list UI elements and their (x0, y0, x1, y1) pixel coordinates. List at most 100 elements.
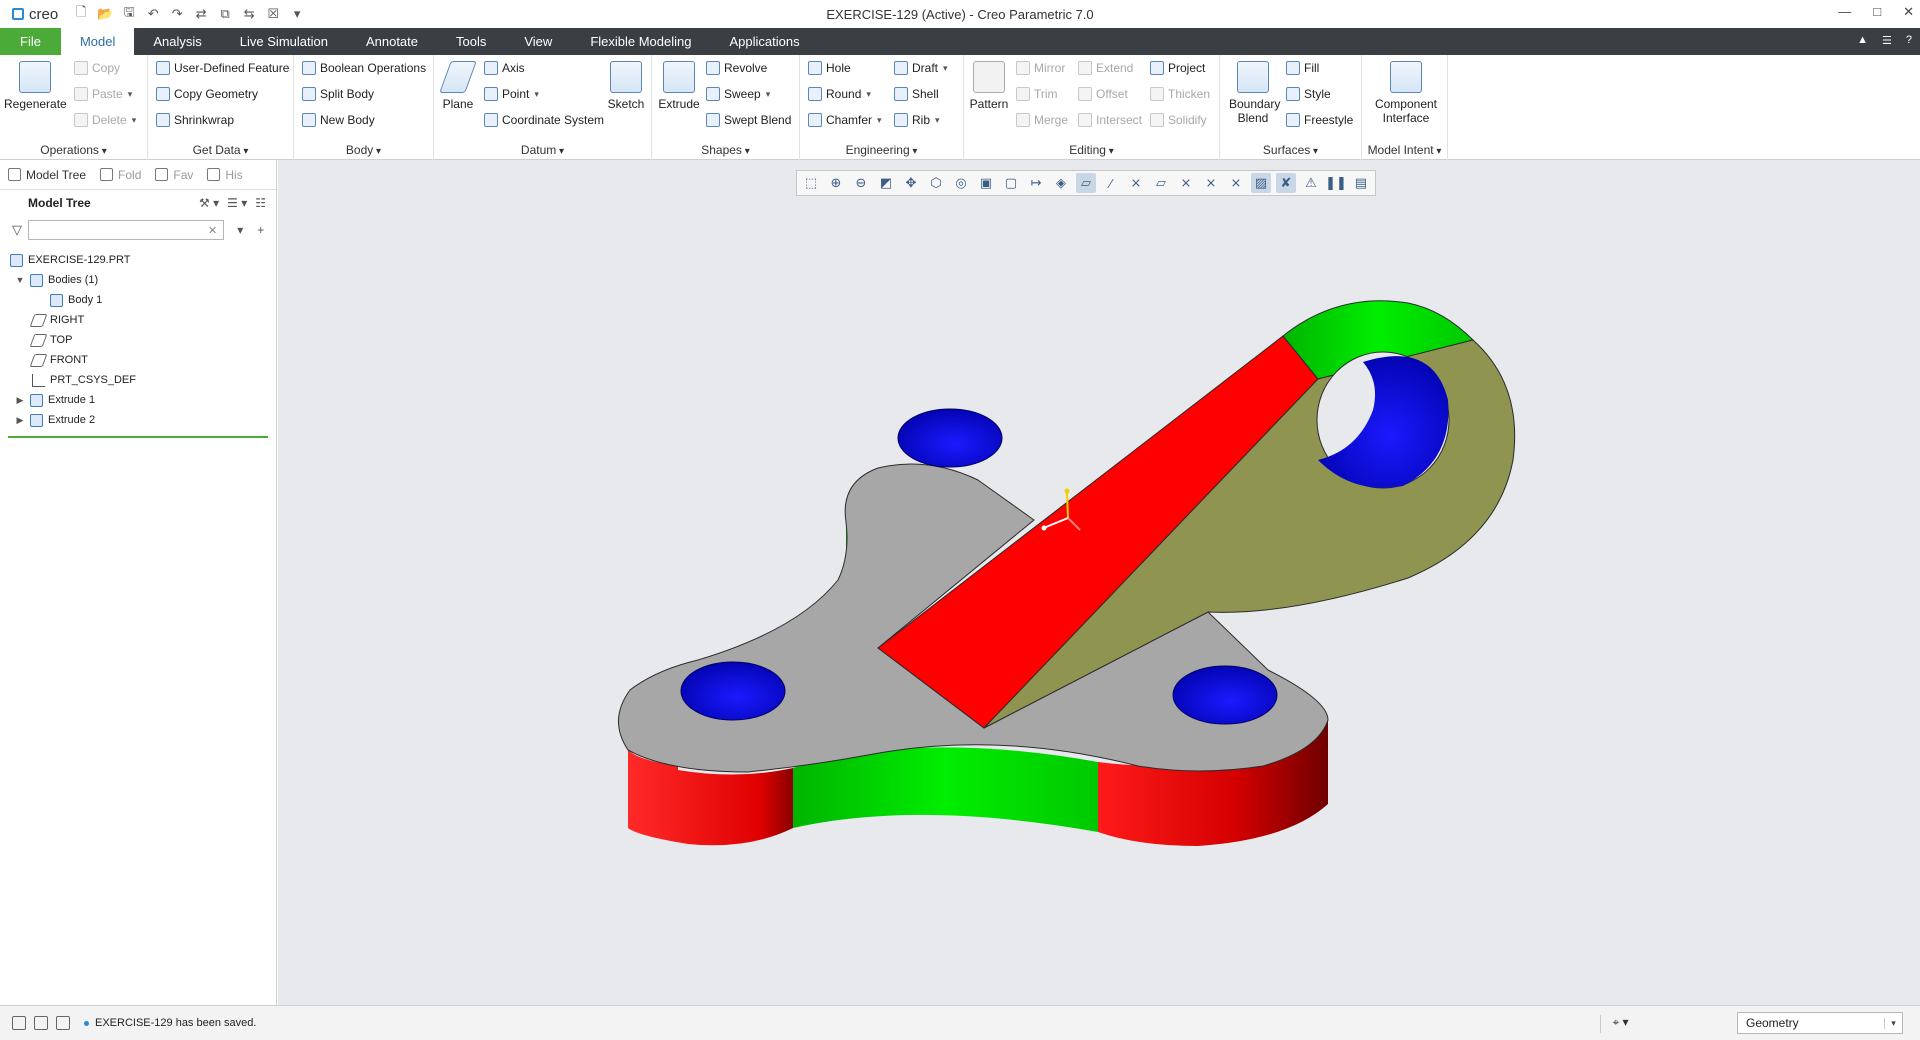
toggle-browser-icon[interactable] (34, 1016, 48, 1030)
switch-icon[interactable]: ⇆ (240, 6, 258, 22)
clear-search-icon[interactable]: ✕ (208, 224, 217, 237)
tab-file[interactable]: File (0, 28, 61, 55)
boundary-blend-button[interactable]: Boundary Blend (1222, 59, 1284, 125)
help-icon[interactable]: ? (1906, 34, 1912, 47)
component-interface-button[interactable]: Component Interface (1368, 59, 1444, 125)
tree-node-extrude-1[interactable]: ▶ Extrude 1 (0, 390, 276, 410)
group-label-shapes[interactable]: Shapes (652, 143, 799, 157)
shell-button[interactable]: Shell (894, 87, 939, 101)
add-filter-icon[interactable]: + (257, 223, 264, 237)
tree-node-right[interactable]: RIGHT (0, 310, 276, 330)
fill-button[interactable]: Fill (1286, 61, 1319, 75)
tree-node-front[interactable]: FRONT (0, 350, 276, 370)
group-label-operations[interactable]: Operations (0, 143, 147, 157)
tab-live-simulation[interactable]: Live Simulation (221, 28, 347, 55)
revolve-button[interactable]: Revolve (706, 61, 767, 75)
selection-filter-dropdown[interactable]: Geometry ▾ (1737, 1012, 1903, 1034)
new-body-button[interactable]: New Body (302, 113, 375, 127)
axis-button[interactable]: Axis (484, 61, 525, 75)
paste-button[interactable]: Paste ▾ (74, 87, 132, 101)
regenerate-icon[interactable]: ⇄ (192, 6, 210, 22)
sketch-button[interactable]: Sketch (604, 59, 648, 111)
tree-node-body-1[interactable]: Body 1 (0, 290, 276, 310)
freestyle-button[interactable]: Freestyle (1286, 113, 1353, 127)
3d-model-view[interactable] (278, 160, 1920, 1005)
expand-arrow-icon[interactable]: ▼ (14, 275, 26, 285)
expand-arrow-icon[interactable]: ▶ (14, 395, 26, 406)
split-body-button[interactable]: Split Body (302, 87, 374, 101)
expand-arrow-icon[interactable]: ▶ (14, 415, 26, 426)
tree-search-input[interactable] (28, 220, 224, 240)
tab-favorites[interactable]: Fav (155, 168, 193, 182)
group-label-model-intent[interactable]: Model Intent (1362, 143, 1447, 157)
copy-button[interactable]: Copy (74, 61, 120, 75)
group-label-body[interactable]: Body (294, 143, 433, 157)
regenerate-button[interactable]: Regenerate (4, 59, 67, 111)
shrinkwrap-button[interactable]: Shrinkwrap (156, 113, 234, 127)
group-label-datum[interactable]: Datum (434, 143, 651, 157)
windows-icon[interactable]: ⧉ (216, 6, 234, 22)
extend-button[interactable]: Extend (1078, 61, 1133, 75)
rib-button[interactable]: Rib ▾ (894, 113, 940, 127)
hole-button[interactable]: Hole (808, 61, 851, 75)
udf-button[interactable]: User-Defined Feature (156, 61, 289, 75)
point-button[interactable]: Point ▾ (484, 87, 539, 101)
redo-icon[interactable]: ↷ (168, 6, 186, 22)
extrude-button[interactable]: Extrude (656, 59, 702, 111)
trim-button[interactable]: Trim (1016, 87, 1058, 101)
toggle-navigator-icon[interactable] (12, 1016, 26, 1030)
group-label-engineering[interactable]: Engineering (800, 143, 963, 157)
group-label-editing[interactable]: Editing (964, 143, 1219, 157)
full-screen-icon[interactable] (56, 1016, 70, 1030)
graphics-window[interactable]: ⬚ ⊕ ⊖ ◩ ✥ ⬡ ◎ ▣ ▢ ↦ ◈ ▱ ∕ ⨯ ▱ ⨯ ⨯ ⨯ ▨ ✘ … (278, 160, 1920, 1005)
tab-analysis[interactable]: Analysis (134, 28, 220, 55)
offset-button[interactable]: Offset (1078, 87, 1128, 101)
tab-annotate[interactable]: Annotate (347, 28, 437, 55)
coordinate-system-button[interactable]: Coordinate System (484, 113, 604, 127)
filter-dropdown-icon[interactable]: ▾ (237, 223, 243, 237)
boolean-operations-button[interactable]: Boolean Operations (302, 61, 426, 75)
tab-history[interactable]: His (207, 168, 243, 182)
swept-blend-button[interactable]: Swept Blend (706, 113, 791, 127)
command-search-icon[interactable]: ☰ (1882, 34, 1892, 47)
tree-node-top[interactable]: TOP (0, 330, 276, 350)
group-label-surfaces[interactable]: Surfaces (1220, 143, 1361, 157)
maximize-button[interactable]: □ (1873, 4, 1881, 20)
style-button[interactable]: Style (1286, 87, 1331, 101)
solidify-button[interactable]: Solidify (1150, 113, 1207, 127)
undo-icon[interactable]: ↶ (144, 6, 162, 22)
tab-flexible-modeling[interactable]: Flexible Modeling (571, 28, 710, 55)
mirror-button[interactable]: Mirror (1016, 61, 1065, 75)
tab-folder-browser[interactable]: Fold (100, 168, 141, 182)
tree-node-extrude-2[interactable]: ▶ Extrude 2 (0, 410, 276, 430)
project-button[interactable]: Project (1150, 61, 1205, 75)
sweep-button[interactable]: Sweep ▾ (706, 87, 770, 101)
tab-model-tree[interactable]: Model Tree (8, 168, 86, 182)
close-icon[interactable]: ☒ (264, 6, 282, 22)
thicken-button[interactable]: Thicken (1150, 87, 1210, 101)
draft-button[interactable]: Draft ▾ (894, 61, 948, 75)
tree-filters-icon[interactable]: ☷ (255, 196, 266, 210)
merge-button[interactable]: Merge (1016, 113, 1068, 127)
plane-button[interactable]: Plane (438, 59, 478, 111)
minimize-button[interactable]: — (1838, 4, 1851, 20)
open-icon[interactable]: 📂 (96, 6, 114, 22)
tab-model[interactable]: Model (60, 28, 135, 55)
tree-node-csys[interactable]: PRT_CSYS_DEF (0, 370, 276, 390)
close-window-button[interactable]: ✕ (1903, 4, 1914, 20)
tab-applications[interactable]: Applications (710, 28, 818, 55)
tab-view[interactable]: View (505, 28, 571, 55)
collapse-ribbon-icon[interactable]: ▲ (1857, 34, 1868, 47)
chamfer-button[interactable]: Chamfer ▾ (808, 113, 882, 127)
new-icon[interactable]: 🗋 (72, 3, 90, 25)
copy-geometry-button[interactable]: Copy Geometry (156, 87, 258, 101)
customize-icon[interactable]: ▾ (288, 6, 306, 22)
tree-settings-icon[interactable]: ⚒ ▾ (199, 196, 219, 210)
tree-node-part[interactable]: EXERCISE-129.PRT (0, 250, 276, 270)
save-icon[interactable]: 🖫 (120, 3, 138, 25)
delete-button[interactable]: Delete ▾ (74, 113, 136, 127)
insert-here-marker[interactable] (8, 436, 268, 438)
round-button[interactable]: Round ▾ (808, 87, 871, 101)
pattern-button[interactable]: Pattern (966, 59, 1012, 111)
tab-tools[interactable]: Tools (437, 28, 505, 55)
